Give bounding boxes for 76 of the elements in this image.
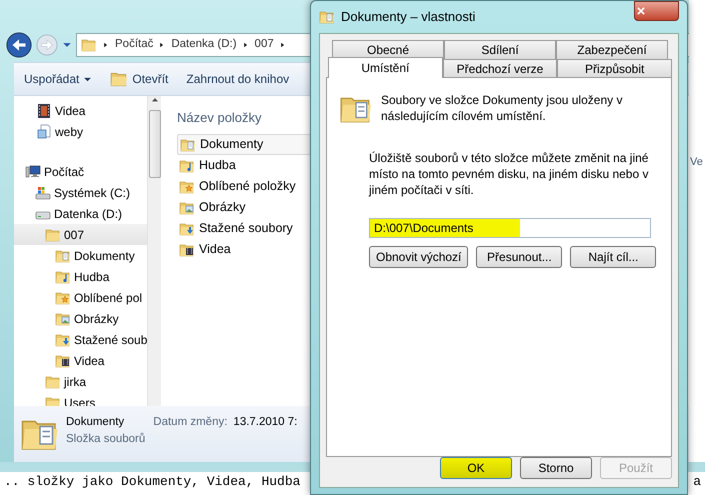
breadcrumb-item[interactable]: 007 xyxy=(254,36,274,54)
scrollbar[interactable] xyxy=(147,96,161,406)
toolbar-button[interactable]: Zahrnout do knihov xyxy=(186,70,290,88)
dialog-button[interactable]: Storno xyxy=(520,457,592,479)
toolbar-button[interactable]: Otevřít xyxy=(110,70,168,88)
file-item[interactable]: Hudba xyxy=(177,155,317,176)
tab[interactable]: Umístění xyxy=(328,57,443,78)
file-item[interactable]: Oblíbené položky xyxy=(177,176,317,197)
tree-item[interactable]: 007 xyxy=(14,224,147,245)
document-folder-icon xyxy=(180,136,196,152)
item-type: Složka souborů xyxy=(66,432,146,448)
tab[interactable]: Obecné xyxy=(332,40,444,59)
action-button[interactable]: Najít cíl... xyxy=(570,246,656,268)
tab[interactable]: Přizpůsobit xyxy=(557,59,672,78)
music-folder-icon xyxy=(179,158,195,174)
toolbar-button[interactable]: Uspořádat xyxy=(24,70,92,88)
tree-item[interactable]: Dokumenty xyxy=(14,245,147,266)
folder-icon xyxy=(81,37,97,53)
film-icon xyxy=(36,102,52,118)
document-folder-icon xyxy=(55,248,71,264)
computer-icon xyxy=(25,164,41,180)
tree-item[interactable]: Datenka (D:) xyxy=(14,203,147,224)
tab[interactable]: Předchozí verze xyxy=(442,59,558,78)
scroll-thumb[interactable] xyxy=(148,110,160,178)
item-name: Dokumenty xyxy=(66,415,126,430)
close-button[interactable] xyxy=(634,1,679,21)
tree-item[interactable]: Počítač xyxy=(14,161,147,182)
breadcrumb-item[interactable]: Počítač xyxy=(115,36,154,54)
date-value: 13.7.2010 7: xyxy=(233,415,298,430)
description-text: Soubory ve složce Dokumenty jsou uloženy v následujícím cílovém umístění. xyxy=(381,92,624,125)
tree-item[interactable]: Systémek (C:) xyxy=(14,182,147,203)
tree-item[interactable]: Oblíbené pol xyxy=(14,287,147,308)
column-header[interactable]: Ve xyxy=(690,154,705,170)
path-field[interactable]: D:\007\Documents xyxy=(369,218,651,238)
tree-item[interactable]: Videa xyxy=(14,350,147,371)
star-folder-icon xyxy=(55,290,71,306)
text-line: a xyxy=(693,473,701,491)
tree-item[interactable]: Videa xyxy=(14,100,147,121)
folder-icon xyxy=(110,70,128,88)
dialog-button[interactable]: OK xyxy=(440,457,512,479)
download-folder-icon xyxy=(55,332,71,348)
file-item[interactable]: Stažené soubory xyxy=(177,218,317,239)
chevron-icon xyxy=(242,41,249,49)
folder-icon xyxy=(45,226,61,242)
tab[interactable]: Sdílení xyxy=(444,40,556,59)
action-button[interactable]: Obnovit výchozí xyxy=(369,246,468,268)
window-title: Dokumenty – vlastnosti xyxy=(341,8,476,26)
action-button[interactable]: Přesunout... xyxy=(476,246,562,268)
tree-item[interactable]: Stažené soub xyxy=(14,329,147,350)
film-folder-icon xyxy=(55,352,71,368)
info-text: Úložiště souborů v této složce můžete změnit na jiné místo na tomto pevném disku, na jiném disku nebo v jiném počítači v síti. xyxy=(368,150,650,198)
tree-item[interactable]: jirka xyxy=(14,371,147,392)
tree-item[interactable]: Obrázky xyxy=(14,308,147,329)
chevron-icon xyxy=(103,41,109,49)
chevron-icon xyxy=(280,41,286,49)
text-line: .. složky jako Dokumenty, Videa, Hudba xyxy=(4,473,300,491)
system-drive-icon xyxy=(35,184,51,200)
download-folder-icon xyxy=(179,220,195,236)
date-label: Datum změny: xyxy=(153,415,228,430)
tab[interactable]: Zabezpečení xyxy=(556,40,668,59)
breadcrumb-item[interactable]: Datenka (D:) xyxy=(171,36,237,54)
picture-folder-icon xyxy=(55,310,71,326)
tree-item[interactable]: Hudba xyxy=(14,266,147,287)
chevron-icon xyxy=(159,41,166,49)
tree-item[interactable]: weby xyxy=(14,121,147,142)
music-folder-icon xyxy=(55,268,71,284)
document-folder-icon xyxy=(319,9,335,25)
folder-icon xyxy=(45,394,61,406)
film-folder-icon xyxy=(179,242,195,258)
close-icon xyxy=(635,6,647,16)
picture-folder-icon xyxy=(179,200,195,216)
file-item[interactable]: Videa xyxy=(177,239,317,260)
star-folder-icon xyxy=(179,178,195,194)
folder-icon xyxy=(45,374,61,390)
library-icon xyxy=(36,124,52,140)
file-item[interactable]: Obrázky xyxy=(177,197,317,218)
